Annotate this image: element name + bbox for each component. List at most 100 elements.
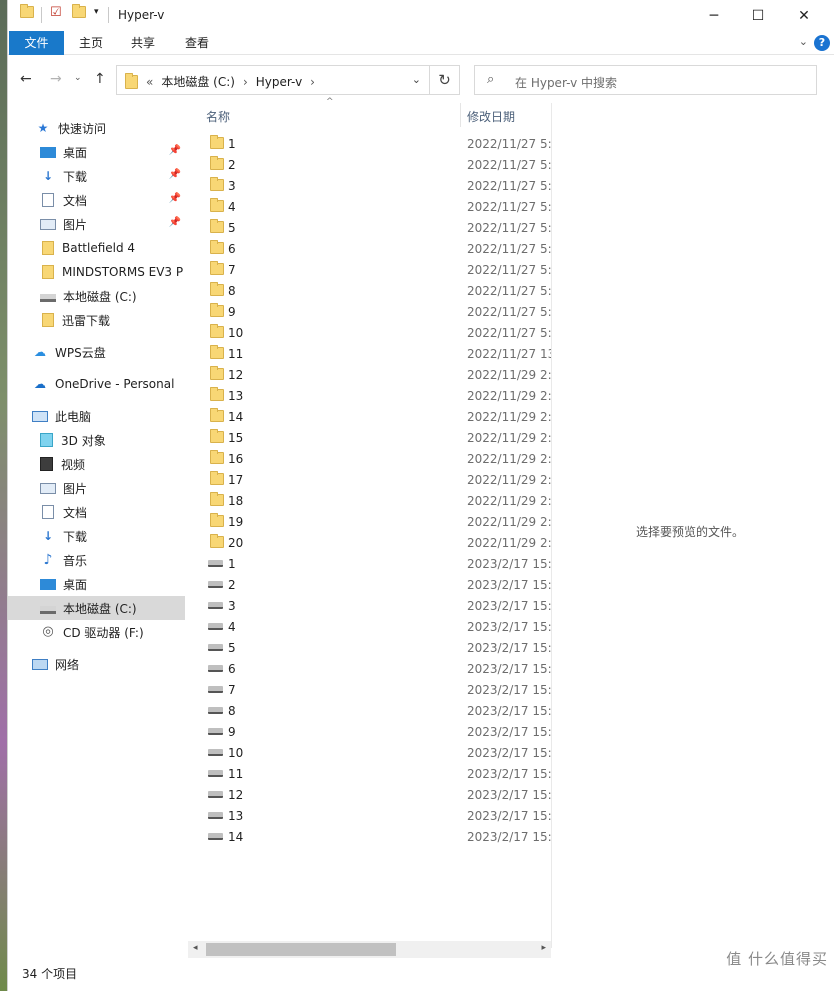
recent-locations-icon[interactable]: ⌄ bbox=[74, 73, 82, 83]
file-row[interactable]: 12 2022/11/29 2:0 bbox=[188, 364, 551, 385]
chevron-right-icon[interactable]: › bbox=[310, 75, 315, 89]
sidebar-item-3d-objects[interactable]: 3D 对象 bbox=[8, 428, 185, 452]
tab-file[interactable]: 文件 bbox=[9, 31, 64, 55]
sidebar-item-documents[interactable]: 文档 📌 bbox=[8, 188, 185, 212]
file-row[interactable]: 12 2023/2/17 15:2 bbox=[188, 784, 551, 805]
tab-view[interactable]: 查看 bbox=[176, 31, 218, 55]
up-arrow-icon[interactable]: ↑ bbox=[94, 71, 106, 87]
file-row[interactable]: 2 2022/11/27 5:4 bbox=[188, 154, 551, 175]
refresh-button[interactable]: ↻ bbox=[430, 65, 460, 95]
sidebar-item-xunlei[interactable]: 迅雷下载 bbox=[8, 308, 185, 332]
file-row[interactable]: 8 2023/2/17 15:2 bbox=[188, 700, 551, 721]
sidebar-item-this-pc[interactable]: 此电脑 bbox=[8, 404, 185, 428]
file-row[interactable]: 7 2023/2/17 15:2 bbox=[188, 679, 551, 700]
chevron-down-icon[interactable]: ⌄ bbox=[412, 73, 421, 86]
overflow-crumbs[interactable]: « bbox=[146, 75, 153, 89]
file-row[interactable]: 7 2022/11/27 5:4 bbox=[188, 259, 551, 280]
customize-toolbar-icon[interactable]: ▾ bbox=[94, 7, 99, 27]
sidebar-item-network[interactable]: 网络 bbox=[8, 652, 185, 676]
file-row[interactable]: 10 2023/2/17 15:2 bbox=[188, 742, 551, 763]
file-row[interactable]: 4 2022/11/27 5:4 bbox=[188, 196, 551, 217]
tab-share[interactable]: 共享 bbox=[122, 31, 164, 55]
folder-icon bbox=[42, 241, 54, 255]
virtual-disk-icon bbox=[208, 728, 223, 735]
search-input[interactable]: 在 Hyper-v 中搜索 bbox=[515, 74, 617, 91]
file-row[interactable]: 11 2023/2/17 15:2 bbox=[188, 763, 551, 784]
sidebar-item-pictures[interactable]: 图片 📌 bbox=[8, 212, 185, 236]
address-bar[interactable]: « 本地磁盘 (C:) › Hyper-v › ⌄ bbox=[116, 65, 430, 95]
file-row[interactable]: 8 2022/11/27 5:4 bbox=[188, 280, 551, 301]
sidebar-item-documents-pc[interactable]: 文档 bbox=[8, 500, 185, 524]
column-date-header[interactable]: 修改日期 bbox=[467, 108, 515, 125]
file-row[interactable]: 5 2023/2/17 15:2 bbox=[188, 637, 551, 658]
file-row[interactable]: 11 2022/11/27 13 bbox=[188, 343, 551, 364]
sidebar-item-label: 文档 bbox=[63, 505, 88, 520]
search-box[interactable]: ⌕ 在 Hyper-v 中搜索 bbox=[474, 65, 817, 95]
forward-arrow-icon[interactable]: → bbox=[50, 71, 62, 87]
chevron-right-icon[interactable]: › bbox=[243, 75, 248, 89]
file-name: 18 bbox=[228, 494, 244, 508]
file-row[interactable]: 5 2022/11/27 5:4 bbox=[188, 217, 551, 238]
sidebar-item-pictures-pc[interactable]: 图片 bbox=[8, 476, 185, 500]
sidebar-item-local-disk-pc[interactable]: 本地磁盘 (C:) bbox=[8, 596, 185, 620]
file-date: 2023/2/17 15:2 bbox=[467, 662, 551, 676]
file-row[interactable]: 14 2022/11/29 2:0 bbox=[188, 406, 551, 427]
sidebar-item-desktop-pc[interactable]: 桌面 bbox=[8, 572, 185, 596]
file-row[interactable]: 6 2023/2/17 15:2 bbox=[188, 658, 551, 679]
close-button[interactable]: ✕ bbox=[781, 0, 827, 31]
sidebar-item-battlefield-4[interactable]: Battlefield 4 bbox=[8, 236, 185, 260]
sidebar-item-cd-drive[interactable]: ◎ CD 驱动器 (F:) bbox=[8, 620, 185, 644]
sidebar-item-quick-access[interactable]: ★ 快速访问 bbox=[8, 116, 185, 140]
sidebar-item-onedrive[interactable]: ☁ OneDrive - Personal bbox=[8, 372, 185, 396]
sidebar-item-desktop[interactable]: 桌面 📌 bbox=[8, 140, 185, 164]
file-row[interactable]: 16 2022/11/29 2:0 bbox=[188, 448, 551, 469]
file-name: 20 bbox=[228, 536, 244, 550]
file-date: 2023/2/17 15:2 bbox=[467, 767, 551, 781]
horizontal-scrollbar[interactable]: ◂ ▸ bbox=[188, 941, 551, 958]
file-date: 2022/11/27 13 bbox=[467, 347, 551, 361]
file-row[interactable]: 3 2023/2/17 15:2 bbox=[188, 595, 551, 616]
back-arrow-icon[interactable]: ← bbox=[20, 71, 32, 87]
column-name-header[interactable]: 名称 bbox=[206, 108, 230, 125]
file-row[interactable]: 10 2022/11/27 5:4 bbox=[188, 322, 551, 343]
maximize-button[interactable]: ☐ bbox=[735, 0, 781, 31]
file-row[interactable]: 9 2023/2/17 15:2 bbox=[188, 721, 551, 742]
sidebar-item-downloads-pc[interactable]: ↓ 下载 bbox=[8, 524, 185, 548]
new-folder-icon[interactable] bbox=[72, 4, 86, 26]
scroll-right-icon[interactable]: ▸ bbox=[541, 943, 546, 953]
file-row[interactable]: 2 2023/2/17 15:2 bbox=[188, 574, 551, 595]
breadcrumb-hyper-v[interactable]: Hyper-v bbox=[256, 75, 302, 89]
file-name: 10 bbox=[228, 746, 244, 760]
tab-home[interactable]: 主页 bbox=[70, 31, 112, 55]
file-row[interactable]: 17 2022/11/29 2:0 bbox=[188, 469, 551, 490]
file-row[interactable]: 3 2022/11/27 5:4 bbox=[188, 175, 551, 196]
folder-icon[interactable] bbox=[20, 4, 34, 26]
sidebar-item-wps[interactable]: ☁ WPS云盘 bbox=[8, 340, 185, 364]
file-row[interactable]: 14 2023/2/17 15:2 bbox=[188, 826, 551, 847]
file-row[interactable]: 13 2022/11/29 2:0 bbox=[188, 385, 551, 406]
help-icon[interactable]: ? bbox=[814, 35, 830, 51]
file-row[interactable]: 20 2022/11/29 2:0 bbox=[188, 532, 551, 553]
file-row[interactable]: 6 2022/11/27 5:4 bbox=[188, 238, 551, 259]
file-row[interactable]: 1 2022/11/27 5:4 bbox=[188, 133, 551, 154]
scroll-left-icon[interactable]: ◂ bbox=[193, 943, 198, 953]
sidebar-item-label: 网络 bbox=[55, 657, 80, 672]
expand-ribbon-icon[interactable]: ⌄ bbox=[799, 35, 808, 48]
file-row[interactable]: 13 2023/2/17 15:2 bbox=[188, 805, 551, 826]
sidebar-item-videos[interactable]: 视频 bbox=[8, 452, 185, 476]
sidebar-item-downloads[interactable]: ↓ 下载 📌 bbox=[8, 164, 185, 188]
scrollbar-thumb[interactable] bbox=[206, 943, 396, 956]
file-row[interactable]: 19 2022/11/29 2:0 bbox=[188, 511, 551, 532]
sidebar-item-music[interactable]: ♪ 音乐 bbox=[8, 548, 185, 572]
file-row[interactable]: 4 2023/2/17 15:2 bbox=[188, 616, 551, 637]
column-divider[interactable] bbox=[460, 103, 461, 127]
file-row[interactable]: 9 2022/11/27 5:4 bbox=[188, 301, 551, 322]
file-row[interactable]: 18 2022/11/29 2:0 bbox=[188, 490, 551, 511]
file-row[interactable]: 1 2023/2/17 15:2 bbox=[188, 553, 551, 574]
properties-icon[interactable]: ☑ bbox=[50, 5, 62, 25]
sidebar-item-local-disk[interactable]: 本地磁盘 (C:) bbox=[8, 284, 185, 308]
minimize-button[interactable]: ─ bbox=[691, 0, 737, 31]
sidebar-item-mindstorms[interactable]: MINDSTORMS EV3 P bbox=[8, 260, 185, 284]
file-row[interactable]: 15 2022/11/29 2:0 bbox=[188, 427, 551, 448]
breadcrumb-local-disk[interactable]: 本地磁盘 (C:) bbox=[161, 73, 235, 90]
